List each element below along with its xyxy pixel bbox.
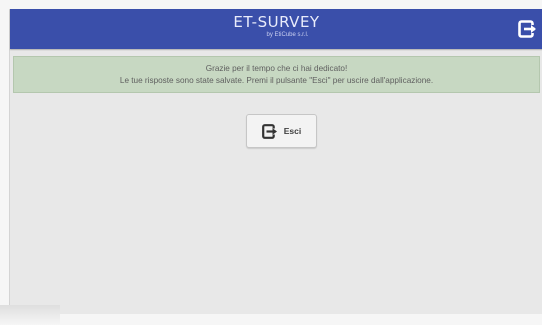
app-window: ET-SURVEY by EtiCube s.r.l. Grazie per i… [0,0,542,325]
header-bar: ET-SURVEY by EtiCube s.r.l. [10,9,542,49]
exit-button[interactable]: Esci [246,114,317,148]
app-subtitle: by EtiCube s.r.l. [266,32,309,38]
app-title: ET-SURVEY [233,13,320,31]
exit-button-label: Esci [283,126,302,136]
content-panel: ET-SURVEY by EtiCube s.r.l. Grazie per i… [9,9,542,314]
message-line-2: Le tue risposte sono state salvate. Prem… [119,76,434,85]
thank-you-message: Grazie per il tempo che ci hai dedicato!… [13,56,540,93]
window-shadow [0,305,60,325]
message-line-1: Grazie per il tempo che ci hai dedicato! [205,64,348,73]
header-exit-button[interactable] [518,20,538,38]
brand-logo: ET-SURVEY by EtiCube s.r.l. [10,14,542,39]
exit-icon [518,20,536,38]
exit-icon [261,123,277,139]
